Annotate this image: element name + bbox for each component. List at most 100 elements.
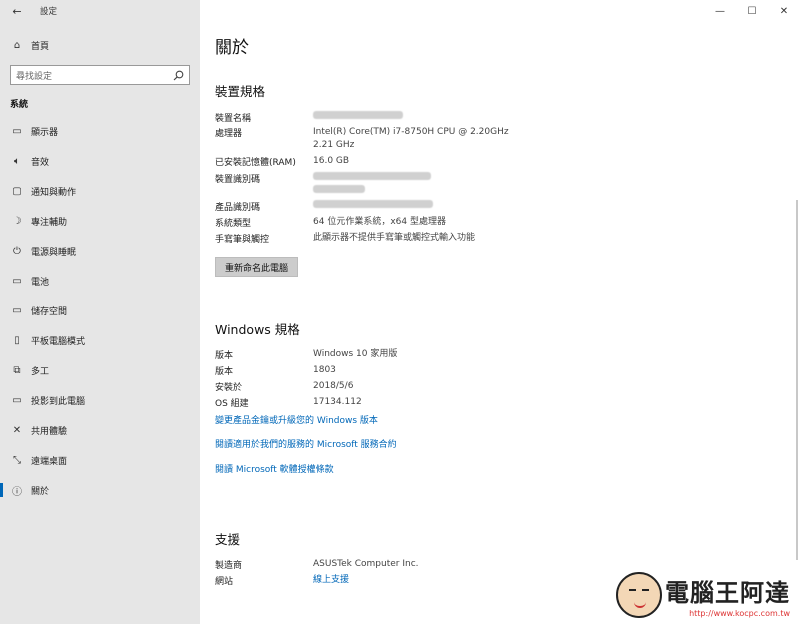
sidebar-item-label: 通知與動作 [31,188,77,199]
system-type-label: 系統類型 [215,219,252,229]
watermark-text: 電腦王阿達 http://www.kocpc.com.tw [665,573,790,618]
titlebar-left: ← 設定 [0,0,200,22]
sidebar-item-projecting[interactable]: ▭ 投影到此電腦 [0,386,200,416]
power-icon: ⏻ [13,245,21,257]
sidebar-item-label: 遠端桌面 [31,456,68,467]
pen-touch-row: 手寫筆與觸控 此顯示器不提供手寫筆或觸控式輸入功能 [215,232,475,245]
sidebar-item-shared-experiences[interactable]: ✕ 共用體驗 [0,415,200,445]
minimize-button[interactable]: — [704,0,736,22]
manufacturer-row: 製造商 ASUSTek Computer Inc. [215,558,419,571]
sidebar-item-label: 顯示器 [31,128,59,139]
sidebar-item-multitasking[interactable]: ⧉ 多工 [0,356,200,386]
sidebar-item-sound[interactable]: 🔈︎ 音效 [0,147,200,177]
shared-icon: ✕ [12,424,22,436]
online-support-link[interactable]: 線上支援 [313,574,349,587]
processor-row: 處理器 Intel(R) Core(TM) i7-8750H CPU @ 2.2… [215,126,509,152]
sidebar-nav-list: ▭ 顯示器 🔈︎ 音效 ▢ 通知與動作 ☽ 專注輔助 ⏻ 電源與睡眠 ▭ 電池 ▭ 儲存空間 … [0,117,200,505]
installed-on-label: 安裝於 [215,383,243,393]
edition-label: 版本 [215,351,234,361]
app-title: 設定 [40,7,58,17]
sidebar-item-label: 多工 [31,367,50,378]
sidebar-item-label: 專注輔助 [31,217,68,228]
ram-label: 已安裝記憶體(RAM) [215,158,296,168]
processor-speed: 2.21 GHz [313,140,355,150]
ram-row: 已安裝記憶體(RAM) 16.0 GB [215,155,349,168]
sidebar-item-label: 電源與睡眠 [31,247,77,258]
processor-value: Intel(R) Core(TM) i7-8750H CPU @ 2.20GHz… [313,126,509,152]
processor-label: 處理器 [215,129,243,139]
multitask-icon: ⧉ [13,365,21,377]
maximize-button[interactable]: ☐ [736,0,768,22]
sidebar-item-power-sleep[interactable]: ⏻ 電源與睡眠 [0,236,200,266]
search-icon[interactable] [172,69,184,81]
sidebar-item-label: 共用體驗 [31,426,68,437]
website-row: 網站 線上支援 [215,574,349,587]
product-id-label: 產品識別碼 [215,203,261,213]
license-terms-link[interactable]: 閱讀 Microsoft 軟體授權條款 [215,462,334,475]
about-content: — ☐ ✕ 關於 裝置規格 裝置名稱 處理器 Intel(R) Core(TM)… [200,0,800,624]
scrollbar[interactable] [796,200,798,560]
ram-value: 16.0 GB [313,156,350,166]
site-watermark: 電腦王阿達 http://www.kocpc.com.tw [616,572,790,618]
os-build-label: OS 組建 [215,399,249,409]
notification-icon: ▢ [12,186,22,198]
version-label: 版本 [215,367,234,377]
sidebar-item-label: 投影到此電腦 [31,397,86,408]
device-name-value-redacted [313,111,403,124]
info-icon: ⓘ [12,486,22,498]
device-spec-heading: 裝置規格 [215,84,266,99]
battery-icon: ▭ [12,275,22,287]
os-build-value: 17134.112 [313,397,362,407]
system-type-value: 64 位元作業系統，x64 型處理器 [313,217,446,227]
sidebar-item-tablet-mode[interactable]: ▯ 平板電腦模式 [0,326,200,356]
version-value: 1803 [313,365,336,375]
sidebar-section-system: 系統 [10,100,29,110]
sidebar-item-remote-desktop[interactable]: ⤡ 遠端桌面 [0,445,200,475]
manufacturer-label: 製造商 [215,561,243,571]
device-name-row: 裝置名稱 [215,111,403,124]
support-heading: 支援 [215,532,241,547]
watermark-title: 電腦王阿達 [665,579,790,607]
sidebar-item-label: 音效 [31,158,50,169]
mascot-face-icon [616,572,662,618]
product-id-value-redacted [313,200,433,213]
search-box[interactable]: 尋找設定 [10,65,190,85]
sidebar-item-focus-assist[interactable]: ☽ 專注輔助 [0,207,200,237]
edition-row: 版本 Windows 10 家用版 [215,348,397,361]
pen-touch-label: 手寫筆與觸控 [215,235,270,245]
sidebar-item-storage[interactable]: ▭ 儲存空間 [0,296,200,326]
tablet-icon: ▯ [14,335,20,347]
device-id-value-redacted [313,172,431,193]
device-id-label: 裝置識別碼 [215,175,261,185]
home-icon: ⌂ [13,39,21,51]
watermark-url: http://www.kocpc.com.tw [689,609,790,618]
sidebar-item-label: 關於 [31,486,50,497]
speaker-icon: 🔈︎ [14,156,20,168]
installed-on-value: 2018/5/6 [313,381,354,391]
settings-sidebar: ← 設定 ⌂ 首頁 尋找設定 系統 ▭ 顯示器 🔈︎ 音效 ▢ 通知與動作 ☽ 專注輔助… [0,0,200,624]
back-arrow-icon[interactable]: ← [10,4,24,18]
storage-icon: ▭ [12,305,22,317]
search-placeholder: 尋找設定 [16,71,53,82]
services-agreement-link[interactable]: 閱讀適用於我們的服務的 Microsoft 服務合約 [215,437,397,450]
change-product-key-link[interactable]: 變更產品金鑰或升級您的 Windows 版本 [215,413,378,426]
sidebar-item-label: 儲存空間 [31,307,68,318]
website-label: 網站 [215,577,234,587]
moon-icon: ☽ [12,215,22,227]
monitor-icon: ▭ [12,126,22,138]
close-button[interactable]: ✕ [768,0,800,22]
rename-pc-button[interactable]: 重新命名此電腦 [215,257,298,277]
window-controls: — ☐ ✕ [704,0,800,22]
pen-touch-value: 此顯示器不提供手寫筆或觸控式輸入功能 [313,233,476,243]
sidebar-item-notifications[interactable]: ▢ 通知與動作 [0,177,200,207]
home-nav-item[interactable]: ⌂ 首頁 [0,34,200,56]
sidebar-item-battery[interactable]: ▭ 電池 [0,266,200,296]
system-type-row: 系統類型 64 位元作業系統，x64 型處理器 [215,216,446,229]
version-row: 版本 1803 [215,364,336,377]
sidebar-item-label: 平板電腦模式 [31,337,86,348]
project-icon: ▭ [12,395,22,407]
sidebar-item-about[interactable]: ⓘ 關於 [0,475,200,505]
sidebar-item-display[interactable]: ▭ 顯示器 [0,117,200,147]
manufacturer-value: ASUSTek Computer Inc. [313,559,419,569]
sidebar-item-label: 電池 [31,277,50,288]
